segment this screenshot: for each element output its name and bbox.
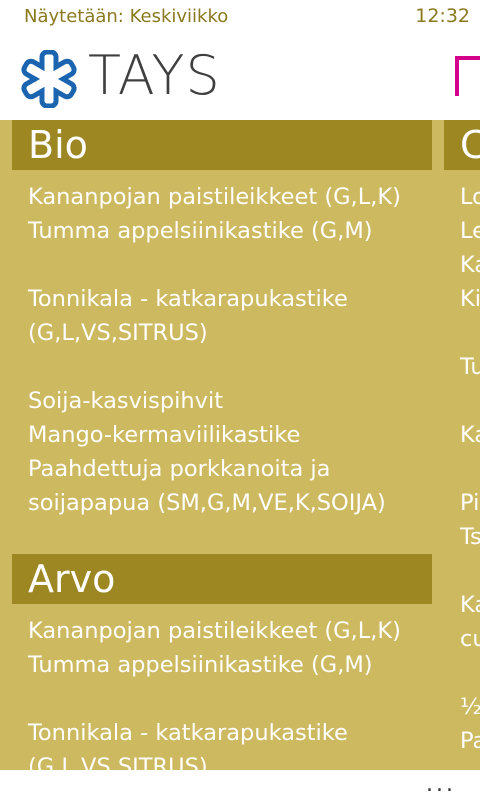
menu-panel-current: Bio Kananpojan paistileikkeet (G,L,K) Tu…	[0, 120, 432, 770]
menu-panel-next-peek[interactable]: C Lo Le Ka Ki Tu Ka Pi Ts Ka cu ½ Pa	[440, 120, 480, 770]
meal-item: Ka	[460, 418, 480, 452]
meal-line: Paahdettuja porkkanoita ja	[28, 456, 331, 482]
meal-line: ½	[460, 694, 480, 720]
meal-item: Tonnikala - katkarapukastike (G,L,VS,SIT…	[28, 716, 432, 770]
top-bar: Näytetään: Keskiviikko 12:32 TAYS	[0, 0, 480, 120]
app-bar: ...	[0, 770, 480, 800]
meal-item: Kananpojan paistileikkeet (G,L,K) Tumma …	[28, 614, 432, 682]
more-options-button[interactable]: ...	[426, 772, 456, 797]
meal-line: Ka	[460, 592, 480, 618]
meal-item: Lo Le Ka Ki	[460, 180, 480, 316]
restaurant-section: Bio Kananpojan paistileikkeet (G,L,K) Tu…	[0, 120, 432, 520]
meal-line: Kananpojan paistileikkeet (G,L,K)	[28, 184, 401, 210]
meal-line: (G,L,VS,SITRUS)	[28, 754, 208, 770]
meal-item: Pi Ts	[460, 486, 480, 554]
meal-line: Kananpojan paistileikkeet (G,L,K)	[28, 618, 401, 644]
meal-line: soijapapua (SM,G,M,VE,K,SOIJA)	[28, 490, 386, 516]
meal-item: Kananpojan paistileikkeet (G,L,K) Tumma …	[28, 180, 432, 248]
meal-line: Pi	[460, 490, 480, 516]
restaurant-section: Arvo Kananpojan paistileikkeet (G,L,K) T…	[0, 554, 432, 770]
star-of-life-icon	[20, 49, 78, 109]
meal-item: Ka cu	[460, 588, 480, 656]
meal-line: Ka	[460, 252, 480, 278]
meal-item: Tonnikala - katkarapukastike (G,L,VS,SIT…	[28, 282, 432, 350]
meal-line: Tumma appelsiinikastike (G,M)	[28, 218, 373, 244]
meal-line: Lo	[460, 184, 480, 210]
meal-line: Ki	[460, 286, 480, 312]
meal-line: cu	[460, 626, 480, 652]
status-day: Näytetään: Keskiviikko	[24, 6, 229, 27]
app-title: TAYS	[88, 44, 221, 107]
meal-line: Tonnikala - katkarapukastike	[28, 286, 348, 312]
meal-line: Soija-kasvispihvit	[28, 388, 224, 414]
meal-line: Pa	[460, 728, 480, 754]
meal-line: Mango-kermaviilikastike	[28, 422, 301, 448]
meal-line: Tonnikala - katkarapukastike	[28, 720, 348, 746]
meal-line: Ts	[460, 524, 480, 550]
meal-line: Le	[460, 218, 480, 244]
next-pivot-accent[interactable]	[455, 56, 480, 96]
meal-item: Soija-kasvispihvit Mango-kermaviilikasti…	[28, 384, 432, 520]
meal-line: Tu	[460, 354, 480, 380]
menu-list-peek: Lo Le Ka Ki Tu Ka Pi Ts Ka cu ½ Pa	[440, 170, 480, 758]
menu-list: Kananpojan paistileikkeet (G,L,K) Tumma …	[0, 604, 432, 770]
meal-item: ½ Pa	[460, 690, 480, 758]
meal-item: Tu	[460, 350, 480, 384]
meal-line: Ka	[460, 422, 480, 448]
section-header-bio[interactable]: Bio	[12, 120, 432, 170]
menu-list: Kananpojan paistileikkeet (G,L,K) Tumma …	[0, 170, 432, 520]
section-header-arvo[interactable]: Arvo	[12, 554, 432, 604]
meal-line: (G,L,VS,SITRUS)	[28, 320, 208, 346]
meal-line: Tumma appelsiinikastike (G,M)	[28, 652, 373, 678]
status-time: 12:32	[415, 5, 470, 27]
section-header-next[interactable]: C	[444, 120, 480, 170]
